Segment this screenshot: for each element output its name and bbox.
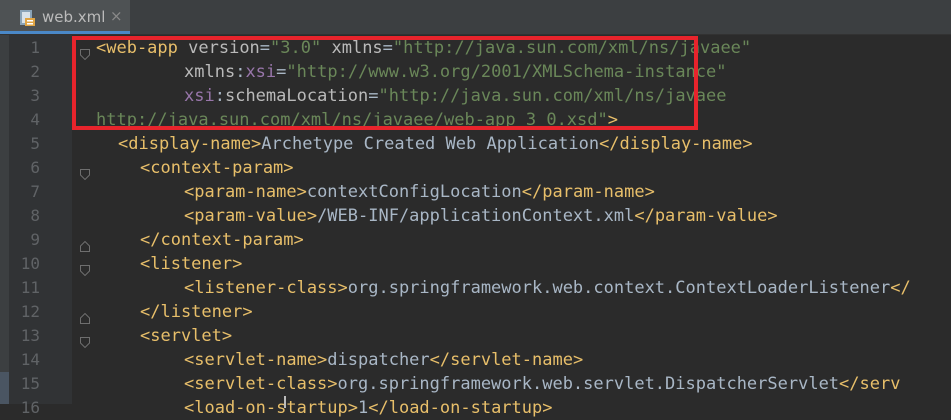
line-number: 4 xyxy=(30,110,40,129)
fold-open-icon[interactable] xyxy=(80,331,90,349)
code-text: <servlet-class>org.springframework.web.s… xyxy=(184,372,900,396)
code-line[interactable]: 5 <display-name>Archetype Created Web App… xyxy=(0,132,951,156)
code-token: <servlet-name> xyxy=(184,350,328,370)
xml-file-icon xyxy=(18,9,36,27)
code-token: /WEB-INF/applicationContext.xml xyxy=(317,206,635,226)
code-line[interactable]: 10 <listener> xyxy=(0,252,951,277)
code-token: </param-value> xyxy=(634,206,778,226)
code-token: </context-param> xyxy=(140,230,304,250)
code-line[interactable]: 16 <load-on-startup>1</load-on-startup> xyxy=(0,396,951,420)
fold-close-icon[interactable] xyxy=(80,307,90,324)
tab-label: web.xml xyxy=(42,8,106,26)
code-line[interactable]: 12 </listener> xyxy=(0,300,951,324)
code-text: <servlet> xyxy=(140,324,232,348)
text-caret xyxy=(284,396,286,408)
code-token: </ xyxy=(890,278,911,298)
code-token: </param-name> xyxy=(521,182,655,202)
code-text: <listener-class>org.springframework.web.… xyxy=(184,276,911,300)
code-line[interactable]: 15 <servlet-class>org.springframework.web… xyxy=(0,372,951,396)
tab-web-xml[interactable]: web.xml × xyxy=(0,0,130,34)
code-token: <servlet> xyxy=(140,326,233,346)
code-text: <servlet-name>dispatcher</servlet-name> xyxy=(184,348,583,372)
code-line[interactable]: 9 </context-param> xyxy=(0,228,951,252)
code-text: <display-name>Archetype Created Web Appl… xyxy=(118,132,753,156)
line-number: 5 xyxy=(30,134,40,153)
code-line[interactable]: 6 <context-param> xyxy=(0,156,951,181)
code-text: <listener> xyxy=(140,252,242,276)
code-token: <listener> xyxy=(140,254,243,274)
code-token: dispatcher xyxy=(327,350,430,370)
code-line[interactable]: 11 <listener-class>org.springframework.we… xyxy=(0,276,951,300)
line-number: 13 xyxy=(20,326,40,345)
line-number: 8 xyxy=(30,206,40,225)
close-icon[interactable]: × xyxy=(110,7,123,25)
code-text: </context-param> xyxy=(140,228,304,252)
code-token: <context-param> xyxy=(140,158,294,178)
code-token: <load-on-startup> xyxy=(184,398,358,418)
fold-open-icon[interactable] xyxy=(80,259,90,277)
line-number: 15 xyxy=(20,374,40,393)
code-text: <load-on-startup>1</load-on-startup> xyxy=(184,396,552,420)
code-token: <display-name> xyxy=(118,134,262,154)
code-token: <param-value> xyxy=(184,206,318,226)
code-text: <context-param> xyxy=(140,156,294,180)
code-text: </listener> xyxy=(140,300,253,324)
code-token: org.springframework.web.context.ContextL… xyxy=(347,278,891,298)
code-token: 1 xyxy=(358,398,369,418)
line-number: 16 xyxy=(20,398,40,417)
line-number: 2 xyxy=(30,62,40,81)
fold-close-icon[interactable] xyxy=(80,235,90,252)
line-number: 14 xyxy=(20,350,40,369)
code-text: <param-name>contextConfigLocation</param… xyxy=(184,180,655,204)
code-token: </load-on-startup> xyxy=(368,398,553,418)
line-number: 10 xyxy=(20,254,40,273)
editor-tab-bar: web.xml × xyxy=(0,0,951,35)
code-token: <param-name> xyxy=(184,182,307,202)
code-line[interactable]: 8 <param-value>/WEB-INF/applicationContex… xyxy=(0,204,951,228)
code-line[interactable]: 7 <param-name>contextConfigLocation</para… xyxy=(0,180,951,204)
line-number: 12 xyxy=(20,302,40,321)
code-token: </listener> xyxy=(140,302,253,322)
code-token: <servlet-class> xyxy=(184,374,338,394)
fold-open-icon[interactable] xyxy=(80,163,90,181)
annotation-highlight-box xyxy=(72,36,698,130)
code-token: </display-name> xyxy=(599,134,753,154)
code-token: contextConfigLocation xyxy=(306,182,522,202)
line-number: 9 xyxy=(30,230,40,249)
code-token: org.springframework.web.servlet.Dispatch… xyxy=(337,374,840,394)
code-token: </serv xyxy=(839,374,901,394)
code-line[interactable]: 13 <servlet> xyxy=(0,324,951,349)
code-token: </servlet-name> xyxy=(429,350,584,370)
code-text: <param-value>/WEB-INF/applicationContext… xyxy=(184,204,778,228)
line-number: 3 xyxy=(30,86,40,105)
code-token: Archetype Created Web Application xyxy=(261,134,600,154)
code-line[interactable]: 14 <servlet-name>dispatcher</servlet-name… xyxy=(0,348,951,372)
line-number: 11 xyxy=(20,278,40,297)
line-number: 6 xyxy=(30,158,40,177)
code-token: <listener-class> xyxy=(184,278,348,298)
line-number: 7 xyxy=(30,182,40,201)
line-number: 1 xyxy=(30,38,40,57)
